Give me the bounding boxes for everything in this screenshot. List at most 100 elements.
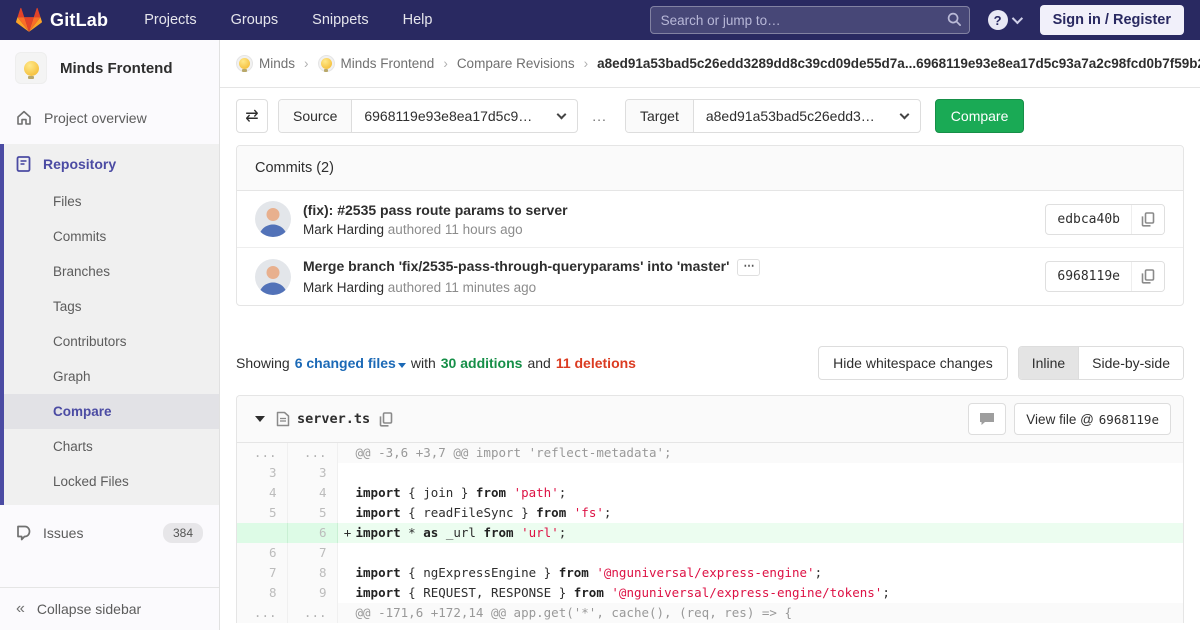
sidebar-item-project-overview[interactable]: Project overview xyxy=(0,98,219,138)
lightbulb-icon xyxy=(321,58,332,69)
issues-icon xyxy=(16,525,31,541)
breadcrumb-current-hashes: a8ed91a53bad5c26edd3289dd8c39cd09de55d7a… xyxy=(597,56,1200,71)
sidebar-item-tags[interactable]: Tags xyxy=(4,289,219,324)
line-number[interactable]: 8 xyxy=(287,563,337,583)
line-number[interactable]: 5 xyxy=(287,503,337,523)
help-dropdown[interactable]: ? xyxy=(988,10,1020,30)
sidebar-section-repository: Repository Files Commits Branches Tags C… xyxy=(0,144,219,505)
copy-sha-button[interactable] xyxy=(1131,205,1164,234)
breadcrumb-separator: › xyxy=(443,56,448,71)
commit-info: Merge branch 'fix/2535-pass-through-quer… xyxy=(303,258,1045,295)
diff-line-sign xyxy=(340,443,356,463)
commit-title-link[interactable]: Merge branch 'fix/2535-pass-through-quer… xyxy=(303,258,729,274)
sidebar-item-branches[interactable]: Branches xyxy=(4,254,219,289)
commit-row: Merge branch 'fix/2535-pass-through-quer… xyxy=(237,247,1183,305)
source-ref-dropdown[interactable]: 6968119e93e8ea17d5c9… xyxy=(352,100,577,132)
gitlab-tanuki-icon xyxy=(16,7,42,33)
target-ref-group: Target a8ed91a53bad5c26edd3… xyxy=(625,99,921,133)
line-number[interactable]: 3 xyxy=(287,463,337,483)
sidebar-item-commits[interactable]: Commits xyxy=(4,219,219,254)
line-number[interactable]: 9 xyxy=(287,583,337,603)
changed-files-dropdown[interactable]: 6 changed files xyxy=(295,355,406,371)
and-label: and xyxy=(527,355,550,371)
breadcrumb-item-minds-frontend[interactable]: Minds Frontend xyxy=(318,55,435,72)
compare-button[interactable]: Compare xyxy=(935,99,1025,133)
home-icon xyxy=(16,110,32,126)
sidebar-item-label: Issues xyxy=(43,525,83,541)
commit-title-link[interactable]: (fix): #2535 pass route params to server xyxy=(303,202,1045,218)
line-number[interactable]: 3 xyxy=(237,463,287,483)
commit-author-link[interactable]: Mark Harding xyxy=(303,222,384,237)
breadcrumb-item-compare-revisions[interactable]: Compare Revisions xyxy=(457,56,575,71)
search-input[interactable] xyxy=(650,6,970,34)
commit-author-link[interactable]: Mark Harding xyxy=(303,280,384,295)
diff-line-sign xyxy=(340,563,356,583)
commit-meta: Mark Harding authored 11 minutes ago xyxy=(303,280,1045,295)
diff-code: import { join } from 'path'; xyxy=(337,483,1183,503)
diff-line-sign xyxy=(340,603,356,623)
swap-revisions-button[interactable]: ⇄ xyxy=(236,99,268,133)
breadcrumb-item-minds[interactable]: Minds xyxy=(236,55,295,72)
source-ref-group: Source 6968119e93e8ea17d5c9… xyxy=(278,99,578,133)
toggle-comments-button[interactable] xyxy=(968,403,1006,435)
line-number[interactable]: 6 xyxy=(237,543,287,563)
chevron-down-icon xyxy=(557,109,567,119)
commit-sha[interactable]: edbca40b xyxy=(1046,205,1131,234)
line-number[interactable]: ... xyxy=(287,443,337,463)
collapse-diff-icon[interactable] xyxy=(255,416,265,422)
view-file-button[interactable]: View file @ 6968119e xyxy=(1014,403,1171,435)
hide-whitespace-button[interactable]: Hide whitespace changes xyxy=(818,346,1008,380)
sidebar-item-locked-files[interactable]: Locked Files xyxy=(4,464,219,499)
diff-code xyxy=(337,463,1183,483)
group-avatar xyxy=(236,55,253,72)
sidebar-item-contributors[interactable]: Contributors xyxy=(4,324,219,359)
menu-item-snippets[interactable]: Snippets xyxy=(312,12,368,28)
line-number[interactable]: 4 xyxy=(287,483,337,503)
copy-sha-button[interactable] xyxy=(1131,262,1164,291)
line-number[interactable]: ... xyxy=(237,603,287,623)
side-by-side-view-button[interactable]: Side-by-side xyxy=(1078,347,1183,379)
diff-code: import { readFileSync } from 'fs'; xyxy=(337,503,1183,523)
commit-description-toggle[interactable]: ⋯ xyxy=(737,259,760,276)
gitlab-logo[interactable]: GitLab xyxy=(16,7,108,33)
copy-icon xyxy=(379,412,393,427)
line-number[interactable]: 7 xyxy=(237,563,287,583)
line-number[interactable]: 8 xyxy=(237,583,287,603)
menu-item-groups[interactable]: Groups xyxy=(231,12,279,28)
menu-item-projects[interactable]: Projects xyxy=(144,12,196,28)
line-number[interactable]: 5 xyxy=(237,503,287,523)
line-number[interactable]: 6 xyxy=(287,523,337,543)
file-diff-header: server.ts View file @ 6968119e xyxy=(237,396,1183,443)
menu-item-help[interactable]: Help xyxy=(403,12,433,28)
inline-view-button[interactable]: Inline xyxy=(1019,347,1078,379)
sidebar-item-files[interactable]: Files xyxy=(4,184,219,219)
line-number[interactable]: ... xyxy=(287,603,337,623)
line-number[interactable]: 7 xyxy=(287,543,337,563)
target-ref-dropdown[interactable]: a8ed91a53bad5c26edd3… xyxy=(694,100,920,132)
line-number[interactable] xyxy=(237,523,287,543)
sidebar-project-header[interactable]: Minds Frontend xyxy=(0,40,219,98)
sidebar-item-repository[interactable]: Repository xyxy=(4,144,219,184)
avatar[interactable] xyxy=(255,259,291,295)
sign-in-button[interactable]: Sign in / Register xyxy=(1040,5,1184,35)
diff-code: @@ -3,6 +3,7 @@ import 'reflect-metadata… xyxy=(337,443,1183,463)
comment-icon xyxy=(979,412,995,426)
avatar[interactable] xyxy=(255,201,291,237)
commit-sha[interactable]: 6968119e xyxy=(1046,262,1131,291)
diff-line: 33 xyxy=(237,463,1183,483)
diff-filename[interactable]: server.ts xyxy=(297,411,370,427)
copy-filename-button[interactable] xyxy=(379,412,393,427)
diff-summary-text: Showing 6 changed files with 30 addition… xyxy=(236,355,636,371)
breadcrumb-separator: › xyxy=(584,56,589,71)
line-number[interactable]: ... xyxy=(237,443,287,463)
compare-page: ⇄ Source 6968119e93e8ea17d5c9… ... Targe… xyxy=(220,99,1200,623)
sidebar-item-compare[interactable]: Compare xyxy=(4,394,219,429)
sidebar-item-charts[interactable]: Charts xyxy=(4,429,219,464)
sidebar-item-issues[interactable]: Issues 384 xyxy=(0,511,219,555)
collapse-sidebar-button[interactable]: « Collapse sidebar xyxy=(0,587,219,630)
main-content: Minds › Minds Frontend › Compare Revisio… xyxy=(220,40,1200,630)
sidebar-item-graph[interactable]: Graph xyxy=(4,359,219,394)
line-number[interactable]: 4 xyxy=(237,483,287,503)
search-icon[interactable] xyxy=(947,12,962,30)
diff-line: ...... @@ -3,6 +3,7 @@ import 'reflect-m… xyxy=(237,443,1183,463)
